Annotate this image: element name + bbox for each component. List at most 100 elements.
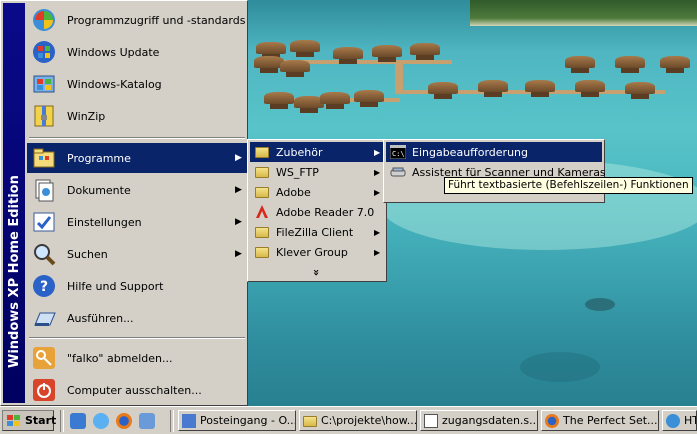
submenu-arrow-icon: ▶ [235,185,242,195]
start-button[interactable]: Start [2,410,57,431]
menu-item-label: Suchen [67,247,108,261]
menu-item-programs[interactable]: Programme ▶ [27,143,247,173]
overwater-bungalow [615,56,645,73]
search-icon [31,241,57,267]
overwater-bungalow [354,90,384,107]
overwater-bungalow [410,43,440,60]
menu-item-label: Adobe [276,185,311,199]
overwater-bungalow [525,80,555,97]
overwater-bungalow [280,60,310,77]
start-menu-banner-text: Windows XP Home Edition [7,175,22,368]
outlook-express-icon[interactable] [139,413,155,429]
pier [395,60,403,90]
html-icon [666,413,680,428]
menu-item-label: Eingabeaufforderung [412,145,528,159]
taskbar-button-html[interactable]: HT... [662,410,697,431]
menu-item-label: "falko" abmelden... [67,351,173,365]
menu-item-shutdown[interactable]: Computer ausschalten... [27,375,247,405]
folder-icon [254,244,270,260]
taskbar-separator [60,410,64,432]
menu-item-accessories[interactable]: Zubehör ▶ [250,142,384,162]
menu-item-ws-ftp[interactable]: WS_FTP ▶ [250,162,384,182]
firefox-icon[interactable] [116,413,132,429]
overwater-bungalow [264,92,294,109]
taskbar-button-folder[interactable]: C:\projekte\how... [299,410,417,431]
overwater-bungalow [575,80,605,97]
submenu-arrow-icon: ▶ [235,249,242,259]
svg-text:C:\: C:\ [392,150,405,158]
menu-item-adobe-reader[interactable]: Adobe Reader 7.0 [250,202,384,222]
folder-icon [254,224,270,240]
submenu-arrow-icon: ▶ [235,217,242,227]
menu-item-label: Einstellungen [67,215,142,229]
taskbar-button-inbox[interactable]: Posteingang - O... [178,410,296,431]
menu-item-klever-group[interactable]: Klever Group ▶ [250,242,384,262]
menu-item-label: Klever Group [276,245,348,259]
taskbar-button-browser[interactable]: The Perfect Set... [541,410,659,431]
expand-menu-chevron[interactable]: » [250,262,384,282]
overwater-bungalow [565,56,595,73]
menu-item-label: FileZilla Client [276,225,354,239]
taskbar-button-label: zugangsdaten.s... [442,414,537,427]
menu-item-search[interactable]: Suchen ▶ [27,239,247,269]
menu-item-program-access[interactable]: Programmzugriff und -standards [27,5,247,35]
menu-separator [29,137,245,139]
overwater-bungalow [428,82,458,99]
overwater-bungalow [333,47,363,64]
overwater-bungalow [320,92,350,109]
menu-item-windows-catalog[interactable]: Windows-Katalog [27,69,247,99]
taskbar-separator [170,410,174,432]
windows-logo-icon [6,414,22,428]
chevron-down-icon: » [310,268,324,276]
shoreline [470,0,697,26]
menu-item-label: Programme [67,151,131,165]
menu-item-label: Windows-Katalog [67,77,162,91]
documents-icon [31,177,57,203]
key-icon [31,345,57,371]
overwater-bungalow [290,40,320,57]
menu-separator [29,337,245,339]
menu-item-windows-update[interactable]: Windows Update [27,37,247,67]
internet-explorer-icon[interactable] [93,413,109,429]
taskbar-button-document[interactable]: zugangsdaten.s... [420,410,538,431]
outlook-icon [182,413,196,428]
windows-update-icon [31,39,57,65]
help-icon: ? [31,273,57,299]
document-icon [424,413,438,428]
start-menu-banner: Windows XP Home Edition [3,3,25,403]
menu-item-adobe[interactable]: Adobe ▶ [250,182,384,202]
menu-item-run[interactable]: Ausführen... [27,303,247,333]
menu-item-label: Programmzugriff und -standards [67,13,246,27]
taskbar-button-label: Posteingang - O... [200,414,295,427]
firefox-icon [545,413,559,428]
start-menu: Windows XP Home Edition Programmzugriff … [0,0,248,406]
program-access-icon [31,7,57,33]
overwater-bungalow [372,45,402,62]
menu-item-label: Adobe Reader 7.0 [276,205,375,219]
adobe-reader-icon [254,204,270,220]
menu-item-documents[interactable]: Dokumente ▶ [27,175,247,205]
menu-item-winzip[interactable]: WinZip [27,101,247,131]
menu-item-label: Zubehör [276,145,323,159]
start-button-label: Start [25,414,57,427]
menu-item-filezilla[interactable]: FileZilla Client ▶ [250,222,384,242]
programs-folder-icon [31,145,57,171]
windows-catalog-icon [31,71,57,97]
menu-item-help[interactable]: ? Hilfe und Support [27,271,247,301]
svg-text:?: ? [40,279,48,295]
folder-icon [303,414,317,428]
menu-item-label: WS_FTP [276,165,319,179]
overwater-bungalow [478,80,508,97]
menu-item-command-prompt[interactable]: C:\ Eingabeaufforderung [386,142,602,162]
show-desktop-icon[interactable] [70,413,86,429]
coral-reef [585,298,615,311]
tooltip: Führt textbasierte (Befehlszeilen-) Funk… [444,177,693,194]
power-icon [31,377,57,403]
folder-icon [254,164,270,180]
taskbar: Start Posteingang - O... C:\projekte\how… [0,406,697,434]
scanner-icon [390,164,406,180]
menu-item-logoff[interactable]: "falko" abmelden... [27,343,247,373]
menu-item-settings[interactable]: Einstellungen ▶ [27,207,247,237]
taskbar-button-label: HT... [684,414,696,427]
menu-item-label: Ausführen... [67,311,134,325]
